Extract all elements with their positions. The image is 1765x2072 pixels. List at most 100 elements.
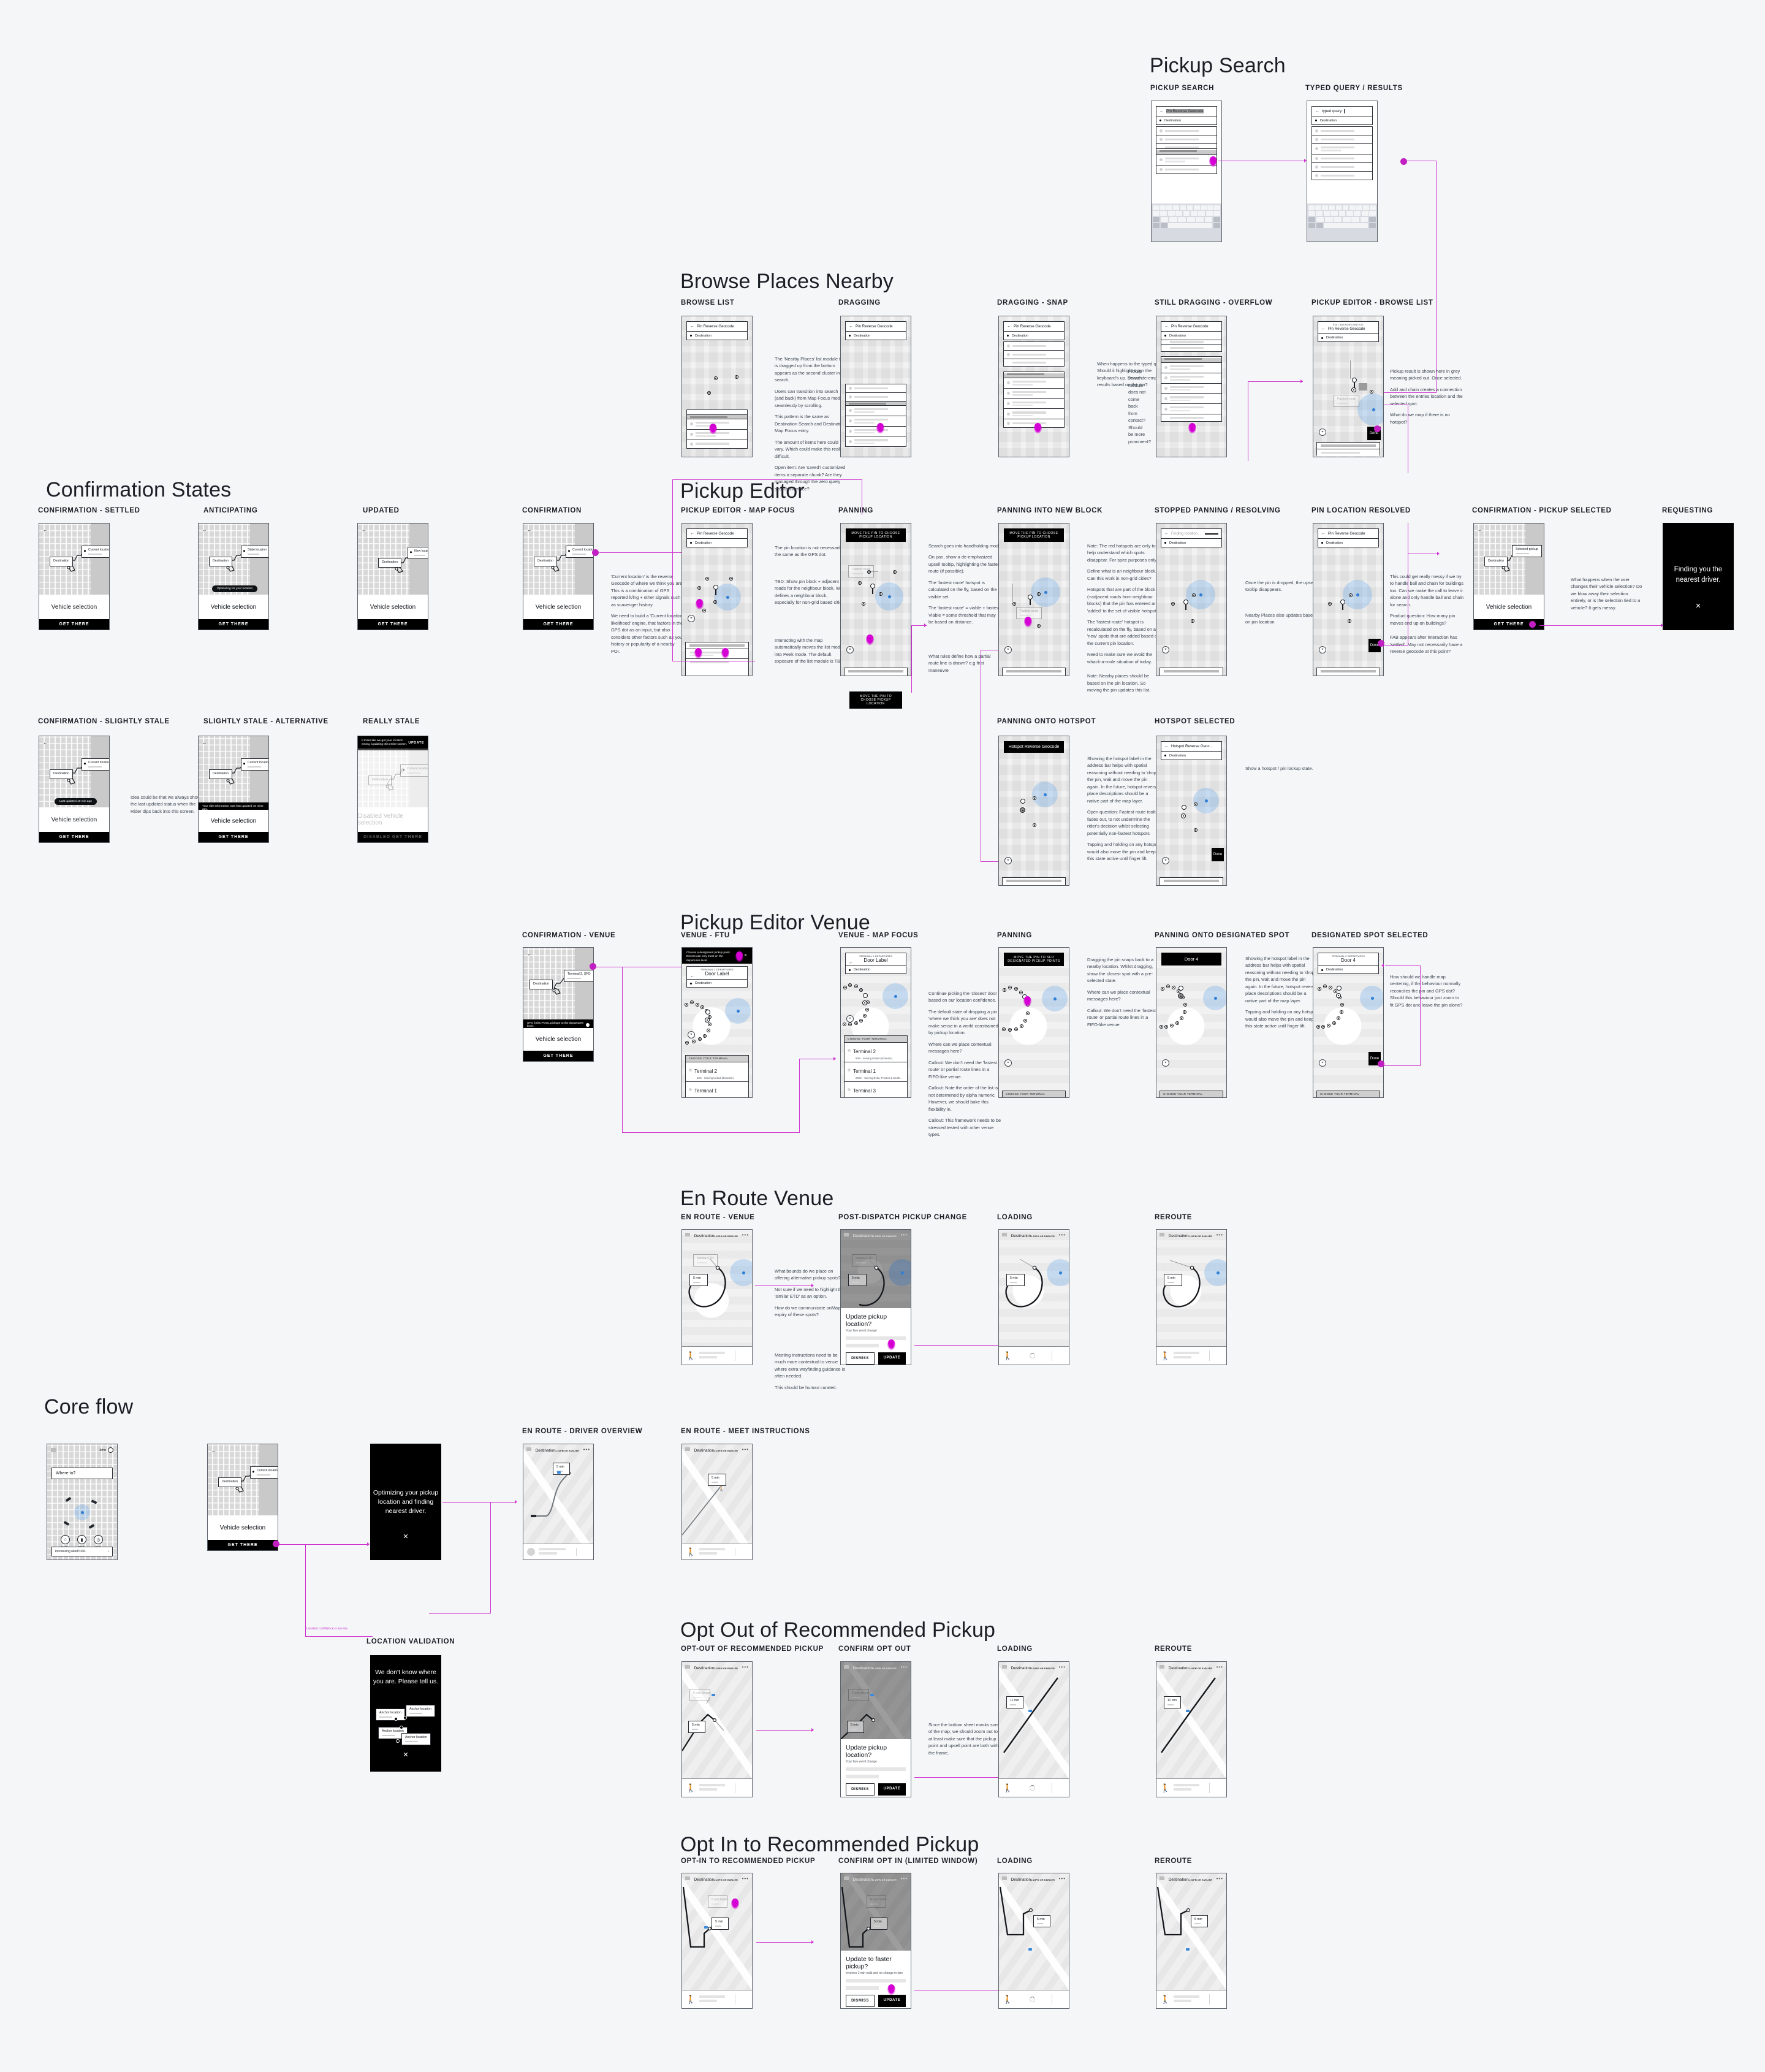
door-label[interactable]: Door 4 (1321, 958, 1375, 963)
close-icon[interactable]: ✕ (744, 953, 747, 958)
address-bar[interactable]: ← Pin Reverse Geocode Destination (1156, 106, 1217, 125)
map-pin[interactable] (1337, 986, 1342, 991)
get-there-button[interactable]: GET THERE (208, 1540, 278, 1550)
pin-geocode-value[interactable]: Pin Reverse Geocode (697, 324, 734, 329)
vehicle-selection[interactable]: Vehicle selection (39, 807, 109, 832)
map-pin[interactable] (1179, 986, 1183, 991)
map-pin[interactable] (713, 585, 718, 595)
close-icon[interactable]: ✕ (371, 1533, 441, 1541)
terminal-picker[interactable]: CHOOSE YOUR TERMINAL Terminal 2 50m · Ser… (844, 1035, 908, 1097)
address-bar[interactable]: POI / ANCHOR CONTEXT ← Pin Reverse Geocode… (1318, 321, 1379, 343)
peek-list[interactable] (1002, 668, 1066, 676)
hotspot-marker[interactable] (705, 577, 709, 581)
recenter-fab[interactable]: ⌖ (688, 1031, 695, 1038)
pin-geocode-value[interactable]: Pin Reverse Geocode (1328, 531, 1365, 536)
menu-icon[interactable] (51, 1448, 56, 1452)
vehicle-selection[interactable]: Vehicle selection (1474, 595, 1544, 619)
peek-list[interactable] (844, 668, 908, 676)
uberpool-promo[interactable]: Introducing uberPOOL › (51, 1547, 113, 1556)
recenter-fab[interactable]: ⌖ (1004, 1059, 1012, 1067)
recenter-fab[interactable]: ⌖ (688, 615, 695, 622)
destination-field[interactable]: Destination (695, 541, 712, 545)
hotspot-marker[interactable] (1348, 619, 1351, 623)
nearby-places-list[interactable] (845, 384, 906, 448)
hotspot-marker[interactable] (714, 376, 718, 380)
hotspot-marker[interactable] (1194, 828, 1198, 832)
hotspot-marker-selected[interactable] (1336, 993, 1341, 998)
meet-instructions-footer[interactable]: 🚶 (682, 1990, 752, 2008)
pin-geocode-value[interactable]: Pin Reverse Geocode (1328, 327, 1365, 331)
terminal-picker[interactable]: CHOOSE YOUR TERMINAL (1160, 1090, 1223, 1097)
meet-instructions-footer[interactable]: 🚶 (682, 1346, 752, 1365)
shortcut-home[interactable]: ⌂ (61, 1535, 70, 1544)
hotspot-marker[interactable] (713, 600, 717, 604)
map-pin[interactable] (1020, 799, 1025, 804)
get-there-button[interactable]: GET THERE (523, 1051, 593, 1061)
terminal-picker[interactable]: CHOOSE YOUR TERMINAL Terminal 2 50m · Ser… (685, 1054, 749, 1097)
close-icon[interactable]: ✕ (1663, 602, 1733, 610)
get-there-button[interactable]: GET THERE (199, 832, 268, 842)
close-icon[interactable]: ✕ (371, 1751, 441, 1759)
anchor-location-callout[interactable]: Anchor location (401, 1733, 431, 1745)
avatar[interactable] (527, 1548, 535, 1556)
search-results-list[interactable] (1161, 340, 1222, 352)
terminal-row[interactable]: Terminal 2 50m · Serving United (domestic… (844, 1043, 908, 1062)
address-bar[interactable]: ← Finding location... Destination (1161, 528, 1222, 547)
map-pin[interactable] (870, 584, 875, 594)
peek-list[interactable] (1160, 668, 1223, 676)
hotspot-marker[interactable] (1192, 593, 1196, 597)
terminal-picker[interactable]: CHOOSE YOUR TERMINAL (1316, 1090, 1380, 1097)
vehicle-selection[interactable]: Vehicle selection (523, 1028, 593, 1051)
address-bar[interactable]: TERMINAL 2 DEPARTURES Door Label ← Destina… (686, 966, 748, 988)
vehicle-selection[interactable]: Vehicle selection (199, 595, 268, 619)
get-there-button[interactable]: GET THERE (39, 619, 109, 630)
hotspot-marker[interactable] (1171, 602, 1175, 606)
hotspot-marker[interactable] (879, 592, 882, 596)
keyboard[interactable] (1307, 204, 1377, 242)
hotspot-marker[interactable] (1349, 593, 1353, 597)
nearby-places-list[interactable] (1003, 371, 1065, 428)
info-icon[interactable] (586, 1023, 590, 1027)
back-icon[interactable]: ← (1164, 744, 1169, 748)
terminal-row[interactable]: Terminal 2 50m · Serving United (domestic… (685, 1062, 749, 1082)
anchor-location-callout[interactable]: Anchor location (406, 1705, 435, 1717)
meet-instructions-footer[interactable]: 🚶 (682, 1544, 752, 1560)
back-icon[interactable]: ← (1315, 109, 1319, 113)
terminal-row[interactable]: Terminal 1 200m · Serving Delta, Frontier… (844, 1062, 908, 1082)
back-icon[interactable]: ← (1321, 327, 1326, 331)
anchor-location-callout[interactable]: Anchor location (376, 1708, 405, 1721)
back-icon[interactable]: ← (690, 974, 694, 978)
address-bar[interactable]: ← Pin Reverse Geocode Destination (686, 321, 748, 340)
back-icon[interactable]: ← (1160, 109, 1164, 113)
get-there-button[interactable]: GET THERE (358, 619, 428, 630)
hotspot-marker[interactable] (1012, 602, 1016, 606)
vehicle-selection[interactable]: Vehicle selection (199, 810, 268, 832)
hotspot-marker-selected[interactable] (1178, 993, 1183, 999)
recenter-fab[interactable]: ⌖ (1004, 646, 1012, 653)
keyboard[interactable] (1152, 204, 1221, 242)
meet-instructions-footer[interactable]: 🚶 (682, 1778, 752, 1797)
dismiss-button[interactable]: DISMISS (846, 1783, 875, 1796)
hotspot-marker-selected[interactable] (1181, 813, 1186, 818)
hotspot-marker[interactable] (858, 581, 862, 585)
hotspot-marker[interactable] (735, 375, 738, 379)
back-icon[interactable]: ← (690, 531, 694, 536)
hotspot-marker-selected[interactable] (862, 1000, 867, 1005)
update-button[interactable]: UPDATE (408, 741, 424, 745)
hotspot-marker[interactable] (1370, 390, 1373, 394)
update-button[interactable]: UPDATE (878, 1995, 906, 2007)
hotspot-marker[interactable] (1037, 624, 1041, 628)
map-pin[interactable] (1028, 595, 1033, 605)
recenter-fab[interactable]: ⌖ (1162, 857, 1169, 864)
meet-instructions-footer[interactable]: 🚶 (1156, 1778, 1226, 1797)
typed-query-value[interactable]: typed query (1322, 109, 1342, 113)
update-button[interactable]: UPDATE (878, 1783, 906, 1796)
recenter-fab[interactable]: ⌖ (846, 1015, 854, 1023)
pin-geocode-value[interactable]: Pin Reverse Geocode (856, 324, 893, 329)
destination-field[interactable]: Destination (1320, 119, 1337, 123)
pin-geocode-value[interactable]: Pin Reverse Geocode (697, 531, 734, 536)
hotspot-marker[interactable] (1037, 592, 1041, 596)
peek-list[interactable] (1316, 442, 1380, 456)
where-to-input[interactable]: Where to? (51, 1468, 113, 1479)
driver-footer[interactable] (523, 1544, 593, 1560)
